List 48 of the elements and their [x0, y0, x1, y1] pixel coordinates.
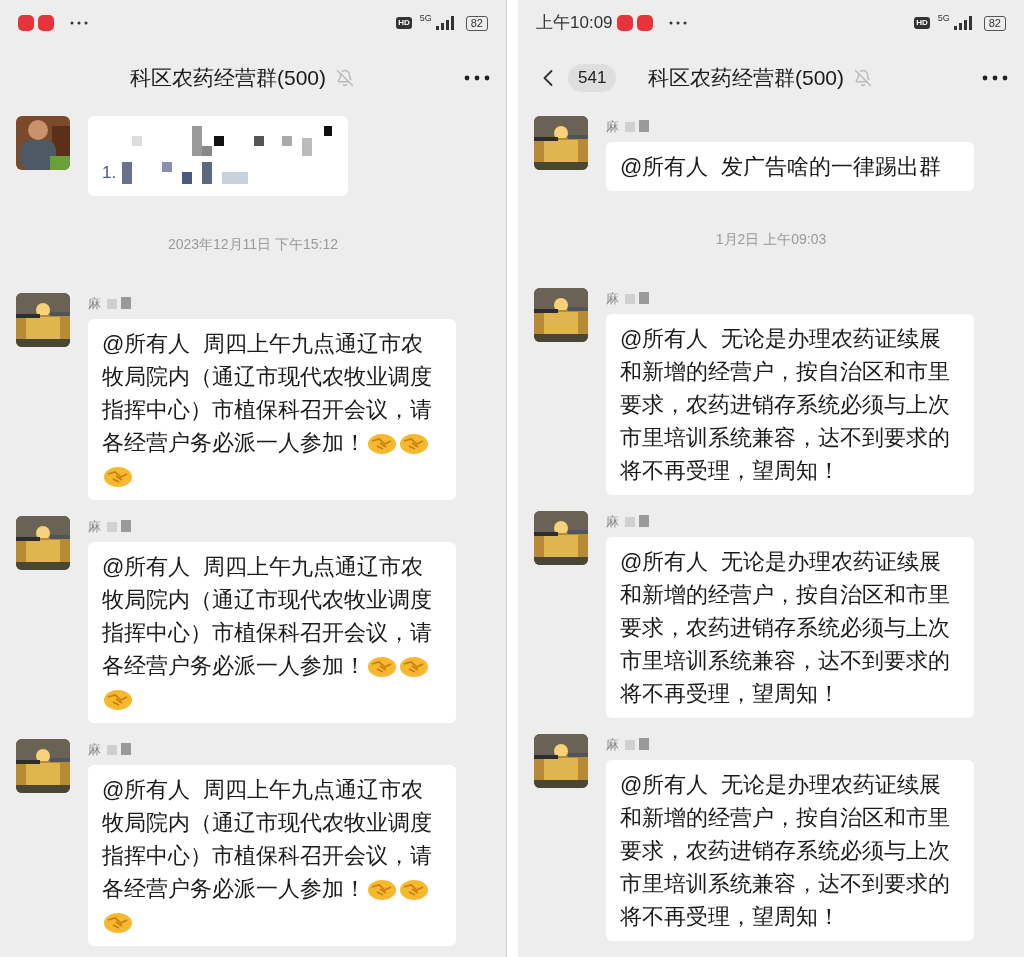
handshake-icon: [367, 877, 397, 902]
sender-name: 麻: [606, 118, 619, 137]
message-bubble: @所有人 无论是办理农药证续展和新增的经营户，按自治区和市里要求，农药进销存系统必须与上次市里培训系统兼容，达不到要求的将不再受理，望周知！: [606, 760, 974, 941]
message-bubble: @所有人 周四上午九点通辽市农牧局院内（通辽市现代农牧业调度指挥中心）市植保科召开会议，请各经营户务必派一人参加！: [88, 764, 456, 946]
sender-name: 麻: [606, 513, 619, 532]
sender-name: 麻: [606, 736, 619, 755]
notification-dots-icon: [70, 21, 88, 25]
message-bubble: @所有人 无论是办理农药证续展和新增的经营户，按自治区和市里要求，农药进销存系统必须与上次市里培训系统兼容，达不到要求的将不再受理，望周知！: [606, 314, 974, 495]
message-bubble: @所有人 周四上午九点通辽市农牧局院内（通辽市现代农牧业调度指挥中心）市植保科召开会议，请各经营户务必派一人参加！: [88, 318, 456, 500]
battery-indicator: 82: [983, 15, 1006, 31]
handshake-icon: [399, 431, 429, 456]
handshake-icon: [103, 687, 133, 712]
unread-count[interactable]: 541: [568, 64, 617, 92]
network-type: 5G: [937, 12, 950, 25]
notification-icon: [636, 15, 653, 31]
mute-icon: [854, 69, 873, 87]
mute-icon: [336, 69, 355, 87]
handshake-icon: [103, 910, 133, 935]
timestamp: 2023年12月11日 下午15:12: [167, 234, 339, 254]
network-type: 5G: [419, 12, 432, 25]
chat-title: 科区农药经营群(500): [648, 65, 845, 92]
sender-name: 麻: [88, 517, 101, 536]
list-marker: 1.: [102, 162, 117, 184]
handshake-icon: [367, 431, 397, 456]
handshake-icon: [399, 877, 429, 902]
message-bubble: @所有人 发广告啥的一律踢出群: [606, 142, 974, 191]
sender-name: 麻: [88, 740, 101, 759]
signal-icon: [435, 16, 456, 30]
hd-badge: HD: [914, 17, 930, 29]
timestamp: 1月2日 上午09:03: [715, 230, 827, 249]
message-bubble: @所有人 周四上午九点通辽市农牧局院内（通辽市现代农牧业调度指挥中心）市植保科召开会议，请各经营户务必派一人参加！: [88, 541, 456, 723]
notification-icon: [38, 15, 54, 31]
battery-indicator: 82: [465, 15, 488, 31]
handshake-icon: [399, 654, 429, 679]
more-icon[interactable]: [464, 75, 490, 81]
handshake-icon: [367, 654, 397, 679]
signal-icon: [953, 16, 974, 30]
status-time: 上午10:09: [536, 12, 613, 35]
notification-icon: [18, 15, 34, 31]
message-bubble: @所有人 无论是办理农药证续展和新增的经营户，按自治区和市里要求，农药进销存系统必须与上次市里培训系统兼容，达不到要求的将不再受理，望周知！: [606, 537, 974, 718]
chat-title: 科区农药经营群(500): [130, 65, 327, 92]
sender-name: 麻: [606, 290, 619, 309]
more-icon[interactable]: [982, 75, 1008, 81]
notification-dots-icon: [668, 21, 687, 25]
notification-icon: [616, 15, 633, 31]
handshake-icon: [103, 464, 133, 489]
sender-name: 麻: [88, 294, 101, 313]
hd-badge: HD: [396, 17, 412, 29]
